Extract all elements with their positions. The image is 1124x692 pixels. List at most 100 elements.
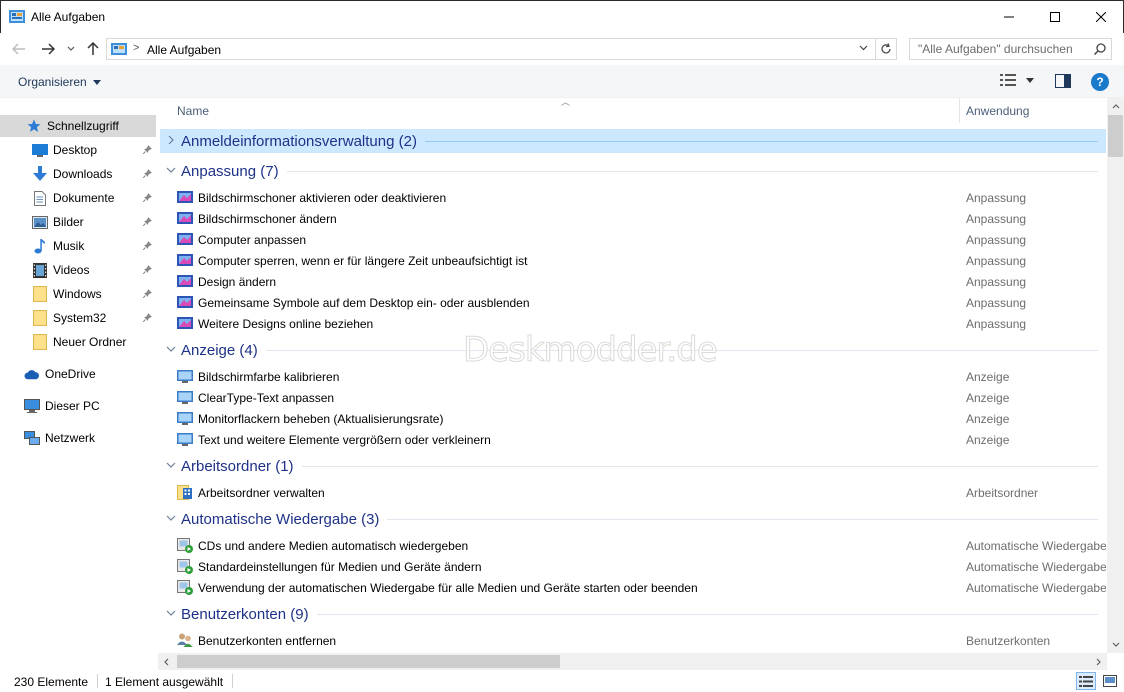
chevron-down-icon xyxy=(67,46,75,51)
list-item[interactable]: Standardeinstellungen für Medien und Ger… xyxy=(158,556,1106,577)
item-name: Design ändern xyxy=(198,275,277,289)
address-bar[interactable]: > Alle Aufgaben xyxy=(106,38,876,60)
breadcrumb-separator[interactable]: > xyxy=(133,42,139,54)
vertical-scrollbar[interactable] xyxy=(1107,98,1124,653)
search-input[interactable] xyxy=(910,39,1090,59)
chevron-right-icon[interactable] xyxy=(162,135,180,148)
user-accounts-icon xyxy=(177,633,193,647)
list-item[interactable]: Design ändern Anpassung xyxy=(158,271,1106,292)
command-bar: Organisieren ? xyxy=(0,65,1124,98)
search-box[interactable] xyxy=(909,38,1112,60)
preview-pane-button[interactable] xyxy=(1055,74,1071,91)
list-item[interactable]: Arbeitsordner verwalten Arbeitsordner xyxy=(158,482,1106,503)
list-item[interactable]: ClearType-Text anpassen Anzeige xyxy=(158,387,1106,408)
pin-icon[interactable] xyxy=(142,265,152,276)
sidebar-item-bilder[interactable]: Bilder xyxy=(0,211,156,233)
group-header[interactable]: Anpassung (7) xyxy=(160,159,1106,183)
list-item[interactable]: Bildschirmschoner ändern Anpassung xyxy=(158,208,1106,229)
up-button[interactable] xyxy=(84,39,102,59)
column-header-name[interactable]: Name xyxy=(177,104,209,118)
file-list: ︿ Name Anwendung Anmeldeinformationsverw… xyxy=(158,97,1124,670)
large-icons-view-button[interactable] xyxy=(1100,672,1120,690)
sidebar-item-onedrive[interactable]: OneDrive xyxy=(0,363,156,385)
list-item[interactable]: Gemeinsame Symbole auf dem Desktop ein- … xyxy=(158,292,1106,313)
sidebar-item-label: Dokumente xyxy=(53,191,115,205)
sidebar-item-dieser-pc[interactable]: Dieser PC xyxy=(0,395,156,417)
close-button[interactable] xyxy=(1078,1,1124,33)
sidebar-item-musik[interactable]: Musik xyxy=(0,235,156,257)
sidebar-item-netzwerk[interactable]: Netzwerk xyxy=(0,427,156,449)
sidebar-item-videos[interactable]: Videos xyxy=(0,259,156,281)
list-item[interactable]: Monitorflackern beheben (Aktualisierungs… xyxy=(158,408,1106,429)
pin-icon[interactable] xyxy=(142,313,152,324)
item-name: Bildschirmschoner aktivieren oder deakti… xyxy=(198,191,447,205)
sidebar-item-windows[interactable]: Windows xyxy=(0,283,156,305)
address-row: > Alle Aufgaben xyxy=(0,33,1124,65)
organize-menu-button[interactable]: Organisieren xyxy=(18,75,101,89)
list-item[interactable]: Text und weitere Elemente vergrößern ode… xyxy=(158,429,1106,450)
chevron-down-icon xyxy=(859,45,868,51)
group-header[interactable]: Automatische Wiedergabe (3) xyxy=(160,507,1106,531)
scroll-right-button[interactable] xyxy=(1090,653,1107,670)
group-header[interactable]: Benutzerkonten (9) xyxy=(160,602,1106,626)
chevron-down-icon[interactable] xyxy=(162,460,180,472)
sidebar-item-schnellzugriff[interactable]: Schnellzugriff xyxy=(0,115,156,137)
chevron-down-icon[interactable] xyxy=(162,165,180,177)
minimize-icon xyxy=(1004,16,1014,18)
item-app: Anpassung xyxy=(966,191,1027,205)
help-button[interactable]: ? xyxy=(1091,73,1109,91)
list-item[interactable]: Bildschirmfarbe kalibrieren Anzeige xyxy=(158,366,1106,387)
group-title: Benutzerkonten (9) xyxy=(181,605,309,623)
pin-icon[interactable] xyxy=(142,241,152,252)
forward-button[interactable] xyxy=(39,39,57,59)
breadcrumb-item[interactable]: Alle Aufgaben xyxy=(147,43,221,57)
list-item[interactable]: Benutzerkonten entfernen Benutzerkonten xyxy=(158,630,1106,651)
address-dropdown[interactable] xyxy=(859,42,868,54)
details-view-button[interactable] xyxy=(1076,672,1096,690)
group-header[interactable]: Anzeige (4) xyxy=(160,338,1106,362)
pin-icon[interactable] xyxy=(142,217,152,228)
preview-pane-icon xyxy=(1055,74,1071,88)
list-item[interactable]: Computer sperren, wenn er für längere Ze… xyxy=(158,250,1106,271)
search-icon[interactable] xyxy=(1093,42,1107,56)
list-item[interactable]: Bildschirmschoner aktivieren oder deakti… xyxy=(158,187,1106,208)
pin-icon[interactable] xyxy=(142,289,152,300)
column-header-app[interactable]: Anwendung xyxy=(966,104,1029,118)
column-divider[interactable] xyxy=(959,98,960,123)
pin-icon[interactable] xyxy=(142,169,152,180)
group-header[interactable]: Arbeitsordner (1) xyxy=(160,454,1106,478)
chevron-down-icon[interactable] xyxy=(162,608,180,620)
pin-icon[interactable] xyxy=(142,193,152,204)
list-item[interactable]: Verwendung der automatischen Wiedergabe … xyxy=(158,577,1106,598)
sidebar-item-label: Dieser PC xyxy=(45,399,100,413)
pin-icon[interactable] xyxy=(142,145,152,156)
group-header[interactable]: Anmeldeinformationsverwaltung (2) xyxy=(160,129,1106,153)
personalization-icon xyxy=(177,212,193,224)
refresh-button[interactable] xyxy=(875,38,897,60)
recent-locations-button[interactable] xyxy=(64,39,78,59)
sort-ascending-icon: ︿ xyxy=(561,97,571,107)
view-options-button[interactable] xyxy=(1000,74,1034,86)
sidebar-item-neuer-ordner[interactable]: Neuer Ordner xyxy=(0,331,156,353)
sidebar-item-desktop[interactable]: Desktop xyxy=(0,139,156,161)
maximize-button[interactable] xyxy=(1032,1,1078,33)
list-item[interactable]: CDs und andere Medien automatisch wieder… xyxy=(158,535,1106,556)
scroll-left-button[interactable] xyxy=(158,653,175,670)
list-item[interactable]: Weitere Designs online beziehen Anpassun… xyxy=(158,313,1106,334)
sidebar-item-system32[interactable]: System32 xyxy=(0,307,156,329)
scroll-down-button[interactable] xyxy=(1107,636,1124,653)
scroll-thumb[interactable] xyxy=(1108,115,1123,157)
sidebar-item-dokumente[interactable]: Dokumente xyxy=(0,187,156,209)
list-item[interactable]: Computer anpassen Anpassung xyxy=(158,229,1106,250)
selection-info: 1 Element ausgewählt xyxy=(105,675,224,689)
chevron-down-icon[interactable] xyxy=(162,513,180,525)
minimize-button[interactable] xyxy=(986,1,1032,33)
scroll-up-button[interactable] xyxy=(1107,98,1124,115)
scroll-thumb[interactable] xyxy=(177,655,560,668)
back-button[interactable] xyxy=(10,39,28,59)
personalization-icon xyxy=(177,317,193,329)
horizontal-scrollbar[interactable] xyxy=(158,653,1107,670)
folder-icon xyxy=(32,310,48,326)
sidebar-item-downloads[interactable]: Downloads xyxy=(0,163,156,185)
chevron-down-icon[interactable] xyxy=(162,344,180,356)
